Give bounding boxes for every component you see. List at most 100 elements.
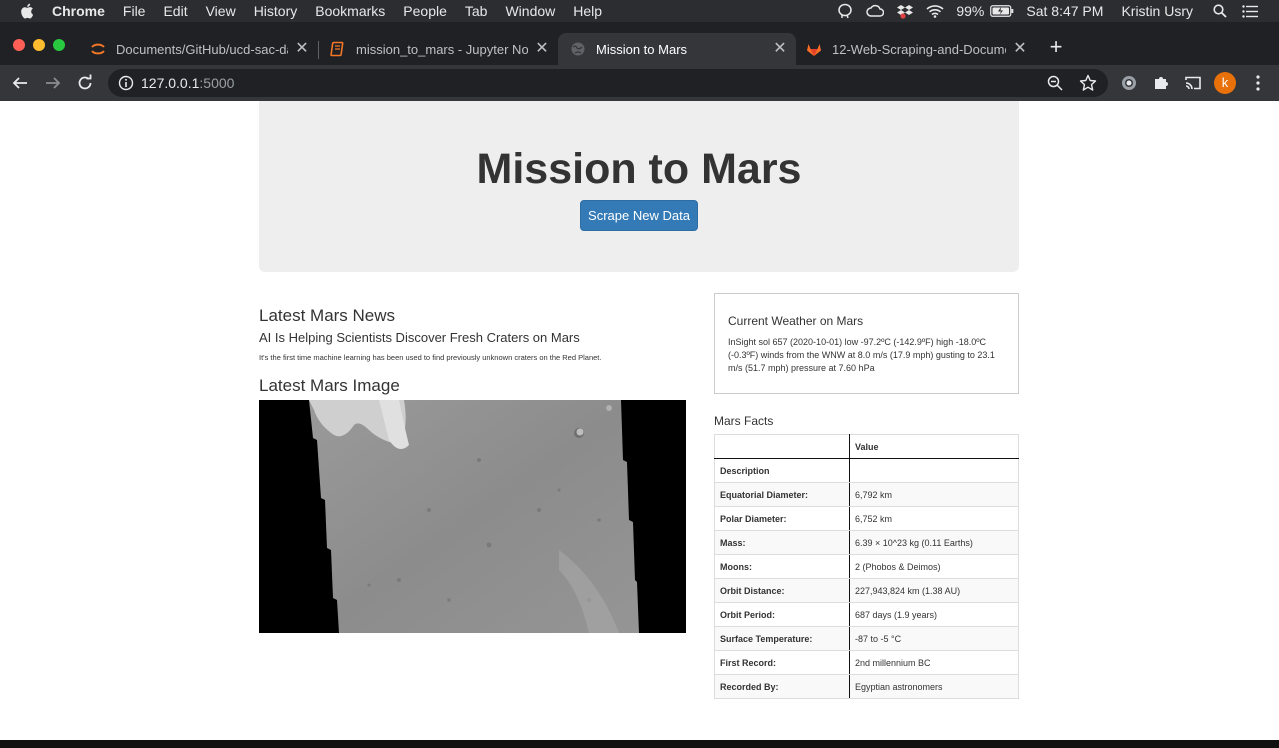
tab-gitlab-repo[interactable]: 12-Web-Scraping-and-Docume ✕ [796,33,1034,65]
scrape-new-data-button[interactable]: Scrape New Data [580,200,698,231]
tab-close-icon[interactable]: ✕ [534,41,550,57]
featured-mars-image [259,400,686,633]
web-page: Mission to Mars Scrape New Data Latest M… [0,101,1279,741]
zoom-out-icon[interactable] [1047,75,1063,91]
image-heading: Latest Mars Image [259,376,400,395]
table-row: Equatorial Diameter: 6,792 km [714,482,1019,507]
facts-heading: Mars Facts [714,414,774,428]
fact-value: 6.39 × 10^23 kg (0.11 Earths) [849,530,1019,555]
minimize-window-button[interactable] [33,39,45,51]
news-paragraph: It's the first time machine learning has… [259,353,602,362]
fact-key: Moons: [714,554,850,579]
table-row: Orbit Period: 687 days (1.9 years) [714,602,1019,627]
globe-icon [571,42,585,56]
weather-text: InSight sol 657 (2020-10-01) low -97.2ºC… [728,337,995,373]
tab-close-icon[interactable]: ✕ [772,41,788,57]
battery-icon[interactable] [990,3,1014,19]
fact-value: -87 to -5 °C [849,626,1019,651]
zoom-window-button[interactable] [53,39,65,51]
fact-value: 6,792 km [849,482,1019,507]
app-menu-chrome[interactable]: Chrome [52,3,105,19]
battery-percent: 99% [956,3,985,19]
jumbotron: Mission to Mars Scrape New Data [259,101,1019,272]
more-vertical-icon [1256,75,1260,91]
table-row: Description [714,458,1019,483]
window-bottom-edge [0,740,1279,748]
address-bar[interactable]: 127.0.0.1:5000 [108,69,1108,97]
fact-key: Orbit Distance: [714,578,850,603]
gitlab-icon [807,44,821,56]
jupyter-icon [91,43,105,55]
fact-value: 687 days (1.9 years) [849,602,1019,627]
arrow-right-icon [46,77,61,89]
cast-button[interactable] [1182,72,1204,94]
extension-circle-icon [1122,76,1136,90]
table-row: Mass: 6.39 × 10^23 kg (0.11 Earths) [714,530,1019,555]
fact-key: Mass: [714,530,850,555]
menu-file[interactable]: File [123,3,146,19]
fact-value: 2nd millennium BC [849,650,1019,675]
apple-icon[interactable] [20,3,34,19]
back-button[interactable] [9,72,31,94]
fact-key: Description [714,458,850,483]
reload-button[interactable] [74,72,96,94]
tab-title: mission_to_mars - Jupyter Note [356,41,528,57]
tab-close-icon[interactable]: ✕ [1012,41,1028,57]
fact-value: 2 (Phobos & Deimos) [849,554,1019,579]
tab-separator [318,41,319,59]
news-title: AI Is Helping Scientists Discover Fresh … [259,330,580,345]
mars-facts-table: Value Description Equatorial Diameter: 6,… [714,434,1019,699]
menu-people[interactable]: People [403,3,447,19]
url-text: 127.0.0.1:5000 [141,75,234,91]
tab-jupyter-notebook[interactable]: mission_to_mars - Jupyter Note ✕ [320,33,556,65]
menu-view[interactable]: View [206,3,236,19]
url-host: 127.0.0.1 [141,75,200,91]
reload-icon [78,74,92,90]
macos-menu-bar: Chrome File Edit View History Bookmarks … [0,0,1279,22]
profile-avatar[interactable]: k [1214,72,1236,94]
tab-close-icon[interactable]: ✕ [294,41,310,57]
fact-key: Recorded By: [714,674,850,699]
fact-key: Polar Diameter: [714,506,850,531]
news-heading: Latest Mars News [259,306,396,325]
arrow-left-icon [12,77,27,89]
fact-value: 227,943,824 km (1.38 AU) [849,578,1019,603]
extensions-button[interactable] [1150,72,1172,94]
fact-key: First Record: [714,650,850,675]
menu-history[interactable]: History [254,3,298,19]
menu-window[interactable]: Window [505,3,555,19]
cast-icon [1185,76,1201,90]
spotlight-search-icon[interactable] [1211,3,1229,19]
new-tab-button[interactable]: + [1045,36,1067,59]
creative-cloud-icon[interactable] [866,3,885,19]
menu-help[interactable]: Help [573,3,602,19]
close-window-button[interactable] [13,39,25,51]
page-title: Mission to Mars [476,145,802,193]
bookmark-star-icon[interactable] [1079,74,1097,92]
notebook-icon [330,41,344,57]
site-info-icon[interactable] [118,75,134,91]
menu-tab[interactable]: Tab [465,3,488,19]
table-row: Recorded By: Egyptian astronomers [714,674,1019,699]
menu-edit[interactable]: Edit [163,3,187,19]
menu-bookmarks[interactable]: Bookmarks [315,3,385,19]
url-port: :5000 [199,75,235,91]
chrome-menu-button[interactable] [1247,72,1269,94]
forward-button[interactable] [42,72,64,94]
table-header-cell: Value [849,434,1019,459]
dropbox-icon[interactable] [896,3,914,19]
postgres-elephant-icon[interactable] [836,3,854,19]
fact-value [849,458,1019,483]
notification-center-icon[interactable] [1241,3,1259,19]
menubar-user[interactable]: Kristin Usry [1121,3,1193,19]
status-area: 99% Sat 8:47 PM Kristin Usry [836,0,1279,22]
fact-key: Equatorial Diameter: [714,482,850,507]
tab-jupyter-tree[interactable]: Documents/GitHub/ucd-sac-da ✕ [80,33,316,65]
fact-value: Egyptian astronomers [849,674,1019,699]
menubar-clock[interactable]: Sat 8:47 PM [1026,3,1103,19]
extension-circle-button[interactable] [1118,72,1140,94]
tab-mission-to-mars[interactable]: Mission to Mars ✕ [558,33,796,65]
weather-title: Current Weather on Mars [728,314,864,328]
wifi-icon[interactable] [926,3,944,19]
table-header-cell [714,434,850,459]
